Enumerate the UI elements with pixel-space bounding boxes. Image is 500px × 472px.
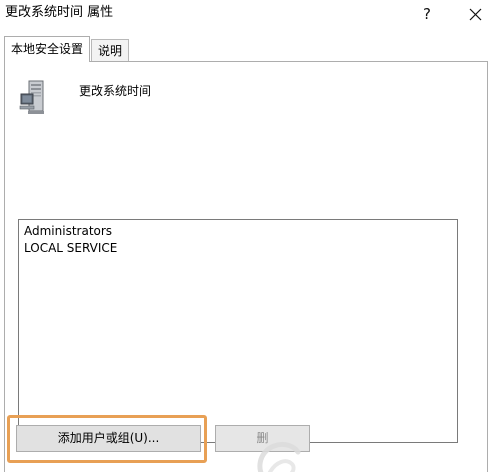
add-user-or-group-button[interactable]: 添加用户或组(U)... bbox=[16, 425, 201, 452]
list-item[interactable]: Administrators bbox=[24, 223, 452, 240]
tab-panel: 更改系统时间 Administrators LOCAL SERVICE bbox=[4, 61, 488, 472]
tab-explain[interactable]: 说明 bbox=[91, 39, 130, 61]
help-button[interactable]: ? bbox=[407, 0, 447, 28]
close-icon bbox=[469, 8, 481, 20]
dialog-body: 本地安全设置 说明 更改系统时间 Administrators LOCAL SE… bbox=[0, 30, 500, 472]
title-bar: 更改系统时间 属性 ? bbox=[0, 0, 500, 30]
window-title: 更改系统时间 属性 bbox=[5, 5, 114, 20]
close-button[interactable] bbox=[455, 0, 495, 28]
principal-list[interactable]: Administrators LOCAL SERVICE bbox=[18, 219, 458, 443]
properties-dialog: 更改系统时间 属性 ? 本地安全设置 说明 更改系统时间 Administrat… bbox=[0, 0, 500, 472]
list-item[interactable]: LOCAL SERVICE bbox=[24, 240, 452, 257]
remove-button[interactable]: 删 bbox=[215, 425, 310, 452]
tab-local-security-setting[interactable]: 本地安全设置 bbox=[4, 36, 91, 62]
help-icon: ? bbox=[423, 5, 431, 23]
server-computer-icon bbox=[19, 80, 44, 114]
policy-name: 更改系统时间 bbox=[79, 84, 152, 98]
